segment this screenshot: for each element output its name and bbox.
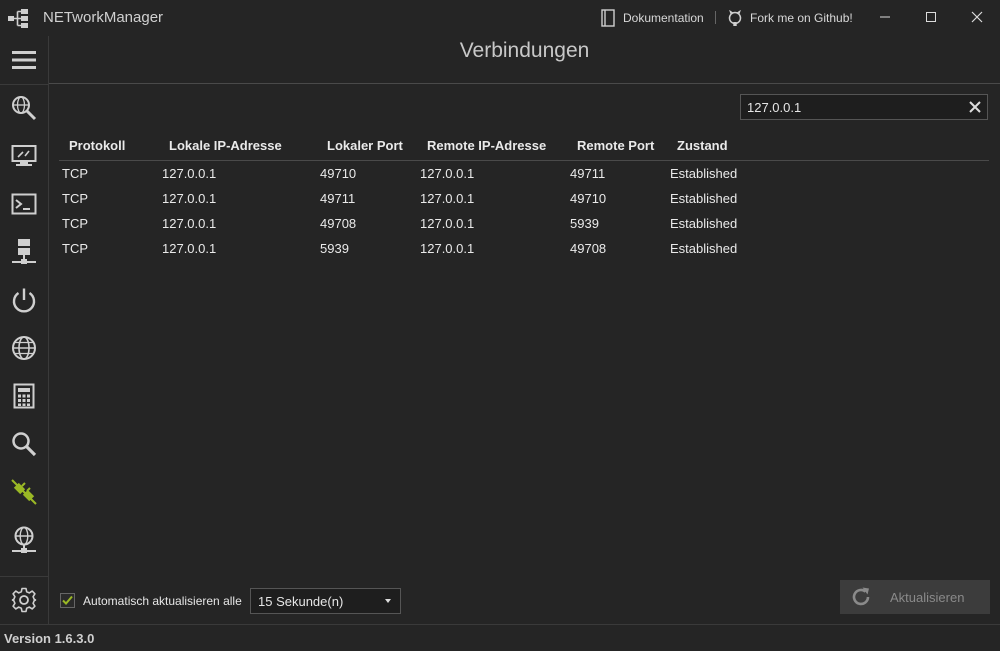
cell-local-ip: 127.0.0.1 xyxy=(162,241,217,256)
search-input[interactable] xyxy=(747,98,957,116)
sidebar-item-network-interface[interactable] xyxy=(0,230,48,274)
connections-table: TCP 127.0.0.1 49710 127.0.0.1 49711 Esta… xyxy=(59,162,989,262)
column-header-protocol[interactable]: Protokoll xyxy=(69,138,125,153)
sidebar-item-wake-on-lan[interactable] xyxy=(0,278,48,322)
table-row[interactable]: TCP 127.0.0.1 49711 127.0.0.1 49710 Esta… xyxy=(59,187,989,212)
cell-state: Established xyxy=(670,166,738,181)
gear-icon xyxy=(11,587,37,613)
cell-remote-ip: 127.0.0.1 xyxy=(420,191,475,206)
refresh-button-label: Aktualisieren xyxy=(890,590,965,605)
minimize-icon xyxy=(880,16,890,18)
clear-search-icon[interactable] xyxy=(967,99,983,115)
sidebar-item-listeners[interactable] xyxy=(0,518,48,562)
globe-network-icon xyxy=(12,526,36,553)
github-icon xyxy=(728,10,742,26)
status-bar: Version 1.6.3.0 xyxy=(0,624,1000,651)
power-icon xyxy=(12,288,36,313)
page-title: Verbindungen xyxy=(459,39,590,62)
maximize-button[interactable] xyxy=(908,0,954,34)
plug-icon xyxy=(11,479,37,505)
cell-remote-ip: 127.0.0.1 xyxy=(420,166,475,181)
search-box[interactable] xyxy=(740,94,988,120)
app-title: NETworkManager xyxy=(43,9,164,26)
refresh-interval-dropdown[interactable]: 15 Sekunde(n) xyxy=(250,588,401,614)
column-header-remote-port[interactable]: Remote Port xyxy=(577,138,654,153)
footer-bar: Automatisch aktualisieren alle 15 Sekund… xyxy=(49,576,1000,624)
connections-view: Verbindungen Protokoll Lokale IP-Adresse… xyxy=(49,36,1000,624)
cell-protocol: TCP xyxy=(62,166,88,181)
cell-state: Established xyxy=(670,241,738,256)
cell-remote-port: 49711 xyxy=(570,166,606,181)
cell-remote-ip: 127.0.0.1 xyxy=(420,241,475,256)
column-header-local-ip[interactable]: Lokale IP-Adresse xyxy=(169,138,282,153)
refresh-interval-value: 15 Sekunde(n) xyxy=(258,594,344,609)
refresh-icon xyxy=(852,587,870,606)
cell-local-port: 49711 xyxy=(320,191,356,206)
globe-icon xyxy=(12,336,36,360)
sidebar-item-http-headers[interactable] xyxy=(0,326,48,370)
cell-protocol: TCP xyxy=(62,191,88,206)
monitor-icon xyxy=(11,145,37,166)
table-header: Protokoll Lokale IP-Adresse Lokaler Port… xyxy=(59,136,989,161)
sidebar-separator xyxy=(0,576,48,577)
calculator-icon xyxy=(13,383,35,409)
cell-local-port: 49710 xyxy=(320,166,357,181)
sidebar-item-connections[interactable] xyxy=(0,470,48,514)
cell-state: Established xyxy=(670,191,738,206)
cell-local-port: 49708 xyxy=(320,216,357,231)
book-icon xyxy=(601,9,615,27)
github-link[interactable]: Fork me on Github! xyxy=(727,8,853,28)
globe-search-icon xyxy=(12,96,37,121)
terminal-icon xyxy=(11,193,37,215)
sidebar-item-lookup[interactable] xyxy=(0,422,48,466)
documentation-link[interactable]: Dokumentation xyxy=(600,8,704,28)
search-icon xyxy=(12,432,37,457)
close-icon xyxy=(971,11,983,23)
sidebar xyxy=(0,36,49,624)
hamburger-menu-button[interactable] xyxy=(0,38,48,82)
cell-remote-ip: 127.0.0.1 xyxy=(420,216,475,231)
cell-protocol: TCP xyxy=(62,241,88,256)
titlebar-separator xyxy=(715,11,716,24)
minimize-button[interactable] xyxy=(862,0,908,34)
column-header-local-port[interactable]: Lokaler Port xyxy=(327,138,403,153)
auto-refresh-checkbox[interactable] xyxy=(60,593,75,608)
cell-remote-port: 49710 xyxy=(570,191,607,206)
documentation-label: Dokumentation xyxy=(623,11,704,25)
title-divider xyxy=(49,83,1000,84)
chevron-down-icon xyxy=(385,599,391,603)
cell-local-ip: 127.0.0.1 xyxy=(162,216,217,231)
sidebar-item-subnet-calculator[interactable] xyxy=(0,374,48,418)
cell-local-port: 5939 xyxy=(320,241,349,256)
close-button[interactable] xyxy=(954,0,1000,34)
cell-remote-port: 49708 xyxy=(570,241,607,256)
table-row[interactable]: TCP 127.0.0.1 49708 127.0.0.1 5939 Estab… xyxy=(59,212,989,237)
cell-remote-port: 5939 xyxy=(570,216,599,231)
cell-protocol: TCP xyxy=(62,216,88,231)
version-label: Version 1.6.3.0 xyxy=(4,631,95,646)
sidebar-item-settings[interactable] xyxy=(0,578,48,622)
column-header-state[interactable]: Zustand xyxy=(677,138,728,153)
github-label: Fork me on Github! xyxy=(750,11,853,25)
refresh-button[interactable]: Aktualisieren xyxy=(840,580,990,614)
sidebar-item-remote-desktop[interactable] xyxy=(0,134,48,178)
sidebar-item-ip-scanner[interactable] xyxy=(0,86,48,130)
hamburger-menu-icon xyxy=(12,51,36,69)
sidebar-separator xyxy=(0,84,48,85)
column-header-remote-ip[interactable]: Remote IP-Adresse xyxy=(427,138,546,153)
title-bar: NETworkManager Dokumentation Fork me on … xyxy=(0,0,1000,36)
table-row[interactable]: TCP 127.0.0.1 5939 127.0.0.1 49708 Estab… xyxy=(59,237,989,262)
sidebar-item-putty[interactable] xyxy=(0,182,48,226)
cell-local-ip: 127.0.0.1 xyxy=(162,166,217,181)
server-network-icon xyxy=(12,239,36,264)
table-row[interactable]: TCP 127.0.0.1 49710 127.0.0.1 49711 Esta… xyxy=(59,162,989,187)
maximize-icon xyxy=(926,12,936,22)
cell-state: Established xyxy=(670,216,738,231)
checkmark-icon xyxy=(62,595,73,605)
cell-local-ip: 127.0.0.1 xyxy=(162,191,217,206)
app-logo-icon xyxy=(8,9,28,28)
auto-refresh-label[interactable]: Automatisch aktualisieren alle xyxy=(83,594,242,608)
